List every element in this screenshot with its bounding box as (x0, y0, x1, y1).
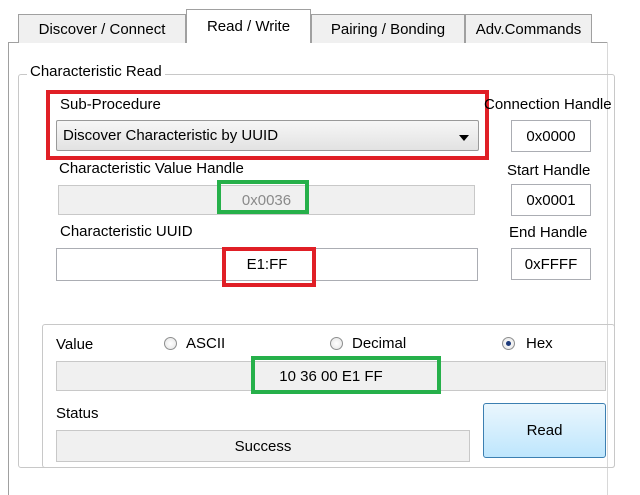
end-handle-value: 0xFFFF (524, 255, 578, 273)
highlight-box-sub-procedure (46, 90, 489, 160)
start-handle-value: 0x0001 (526, 191, 576, 209)
uuid-label: Characteristic UUID (60, 223, 193, 240)
status-label: Status (56, 405, 99, 422)
status-value: Success (234, 437, 292, 455)
radio-ascii[interactable] (164, 337, 177, 350)
highlight-box-uuid (222, 247, 316, 287)
connection-handle-input[interactable]: 0x0000 (511, 120, 591, 152)
end-handle-label: End Handle (509, 224, 588, 241)
status-field: Success (56, 430, 470, 462)
radio-decimal[interactable] (330, 337, 343, 350)
radio-hex[interactable] (502, 337, 515, 350)
read-button[interactable]: Read (483, 403, 606, 458)
highlight-box-value (251, 356, 441, 394)
tab-label: Discover / Connect (38, 20, 166, 38)
tab-read-write[interactable]: Read / Write (186, 9, 311, 43)
connection-handle-label: Connection Handle (484, 96, 612, 113)
radio-hex-label: Hex (526, 335, 553, 352)
tab-adv-commands[interactable]: Adv.Commands (465, 14, 592, 43)
tab-discover-connect[interactable]: Discover / Connect (18, 14, 186, 43)
value-handle-label: Characteristic Value Handle (59, 160, 244, 177)
start-handle-label: Start Handle (507, 162, 591, 179)
radio-ascii-label: ASCII (186, 335, 226, 352)
connection-handle-value: 0x0000 (526, 127, 576, 145)
value-label: Value (56, 336, 94, 353)
group-title: Characteristic Read (27, 63, 165, 80)
end-handle-input[interactable]: 0xFFFF (511, 248, 591, 280)
read-button-label: Read (526, 422, 563, 439)
tab-pairing-bonding[interactable]: Pairing / Bonding (311, 14, 465, 43)
tab-label: Pairing / Bonding (330, 20, 446, 38)
radio-decimal-label: Decimal (352, 335, 407, 352)
highlight-box-value-handle (217, 180, 309, 214)
start-handle-input[interactable]: 0x0001 (511, 184, 591, 216)
tab-label: Read / Write (206, 18, 291, 35)
tab-label: Adv.Commands (475, 20, 582, 38)
